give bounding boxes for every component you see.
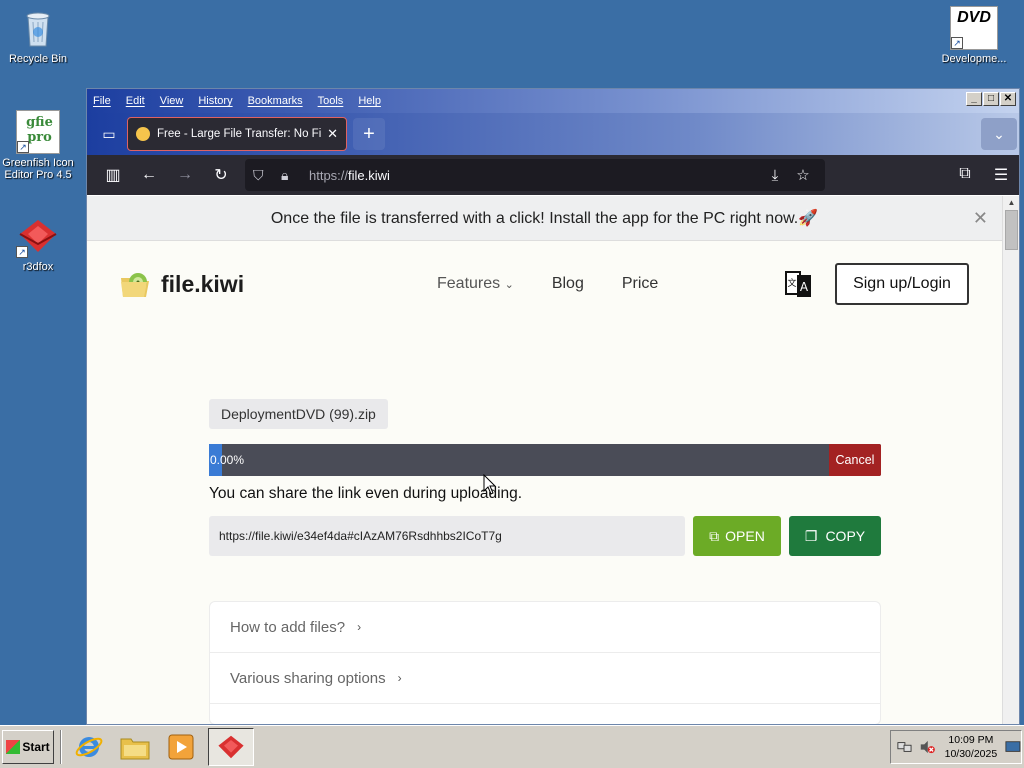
shield-icon[interactable]: ⛉ [253, 167, 273, 184]
open-link-button[interactable]: ⧉ OPEN [693, 516, 781, 556]
nav-bar: ▥ ← → ↻ ⛉ 🔒︎ https://file.kiwi ⤓ ☆ ⧉ ☰ [87, 155, 1019, 195]
upload-progress-bar: 0.00% Cancel [209, 444, 881, 476]
install-banner: Once the file is transferred with a clic… [87, 196, 1002, 241]
page-scrollbar[interactable]: ▲ [1002, 196, 1019, 724]
network-icon[interactable] [897, 739, 913, 755]
external-link-icon: ⧉ [709, 527, 720, 544]
upload-panel: DeploymentDVD (99).zip 0.00% Cancel You … [209, 399, 881, 724]
clock[interactable]: 10:09 PM 10/30/2025 [945, 733, 998, 761]
kiwi-logo-icon [119, 268, 151, 300]
menu-tools[interactable]: Tools [318, 95, 344, 107]
svg-text:文: 文 [787, 277, 796, 289]
site-nav: Features ⌄ Blog Price [437, 275, 658, 293]
faq-item-sharing-options[interactable]: Various sharing options › [210, 653, 880, 704]
chevron-right-icon: › [357, 620, 362, 634]
menu-edit[interactable]: Edit [126, 95, 145, 107]
browser-window: File Edit View History Bookmarks Tools H… [86, 88, 1020, 725]
nav-blog[interactable]: Blog [552, 275, 584, 293]
dvd-logo-text: DVD [957, 9, 991, 26]
signup-login-button[interactable]: Sign up/Login [835, 263, 969, 305]
menu-file[interactable]: File [93, 95, 111, 107]
faq-item-partial[interactable] [210, 704, 880, 724]
kiwi-favicon-icon [136, 127, 150, 141]
maximize-button[interactable]: □ [983, 92, 999, 106]
r3dfox-label: r3dfox [22, 261, 54, 273]
start-button[interactable]: Start [2, 730, 54, 764]
clock-time: 10:09 PM [948, 734, 994, 746]
progress-percent: 0.00% [210, 453, 245, 467]
faq-accordion: How to add files? › Various sharing opti… [209, 601, 881, 724]
logo-text: file.kiwi [161, 270, 245, 297]
file-name-chip: DeploymentDVD (99).zip [209, 399, 388, 429]
url-bar[interactable]: ⛉ 🔒︎ https://file.kiwi ⤓ ☆ [245, 159, 825, 191]
faq-item-add-files[interactable]: How to add files? › [210, 602, 880, 653]
web-page: Once the file is transferred with a clic… [87, 196, 1002, 724]
media-player-icon[interactable] [162, 728, 200, 766]
sidebar-toggle-icon[interactable]: ▥ [95, 165, 131, 185]
menu-history[interactable]: History [198, 95, 232, 107]
recycle-bin-label: Recycle Bin [8, 53, 68, 65]
copy-icon: ❐ [804, 527, 818, 544]
reload-icon[interactable]: ↻ [203, 165, 239, 185]
menu-help[interactable]: Help [358, 95, 381, 107]
site-logo[interactable]: file.kiwi [119, 268, 244, 300]
svg-text:A: A [800, 280, 809, 294]
tab-list-icon[interactable]: ▭ [97, 122, 121, 146]
deployment-dvd-icon[interactable]: DVD ↗ Developme... [936, 6, 1012, 65]
clock-date: 10/30/2025 [944, 748, 998, 760]
mouse-cursor-icon [483, 474, 497, 495]
greenfish-label: Greenfish Icon Editor Pro 4.5 [2, 157, 74, 181]
url-text[interactable]: https://file.kiwi [309, 168, 761, 183]
volume-muted-icon[interactable] [919, 739, 935, 755]
list-all-tabs-chevron-icon[interactable]: ⌄ [981, 118, 1017, 150]
download-icon[interactable]: ⤓ [761, 167, 789, 184]
lock-icon[interactable]: 🔒︎ [281, 167, 301, 184]
close-tab-icon[interactable]: ✕ [327, 126, 338, 142]
bookmark-star-icon[interactable]: ☆ [789, 166, 817, 184]
forward-arrow-icon[interactable]: → [167, 166, 203, 184]
file-explorer-icon[interactable] [116, 728, 154, 766]
r3dfox-icon[interactable]: ↗ r3dfox [0, 214, 76, 273]
close-window-button[interactable]: ✕ [1000, 92, 1016, 106]
menu-bookmarks[interactable]: Bookmarks [248, 95, 303, 107]
cancel-upload-button[interactable]: Cancel [829, 444, 881, 476]
internet-explorer-icon[interactable] [70, 728, 108, 766]
copy-link-button[interactable]: ❐ COPY [789, 516, 881, 556]
recycle-bin-icon[interactable]: Recycle Bin [0, 6, 76, 65]
menu-bar: File Edit View History Bookmarks Tools H… [87, 89, 1019, 113]
show-desktop-icon[interactable] [1005, 739, 1021, 755]
windows-flag-icon [6, 740, 21, 754]
tab-file-kiwi[interactable]: Free - Large File Transfer: No File S ✕ [127, 117, 347, 151]
site-header: file.kiwi Features ⌄ Blog Price A文 Sign … [87, 241, 1002, 327]
menu-view[interactable]: View [160, 95, 184, 107]
back-arrow-icon[interactable]: ← [131, 166, 167, 184]
share-note: You can share the link even during uploa… [209, 485, 523, 502]
system-tray: 10:09 PM 10/30/2025 [890, 730, 1022, 764]
share-link-row: https://file.kiwi/e34ef4da#cIAzAM76Rsdhh… [209, 516, 881, 556]
deployment-dvd-label: Developme... [941, 53, 1007, 65]
banner-close-icon[interactable]: ✕ [973, 208, 988, 229]
banner-text: Once the file is transferred with a clic… [270, 210, 819, 227]
scrollbar-thumb[interactable] [1005, 210, 1018, 250]
nav-price[interactable]: Price [622, 275, 658, 293]
extensions-icon[interactable]: ⧉ [947, 165, 983, 185]
new-tab-button[interactable]: + [353, 118, 385, 150]
tab-bar: ▭ Free - Large File Transfer: No File S … [87, 113, 1019, 155]
taskbar-separator [60, 730, 62, 764]
taskbar: Start 10:09 PM 10/30/2025 [0, 725, 1024, 768]
scroll-up-arrow-icon[interactable]: ▲ [1003, 196, 1019, 210]
hamburger-menu-icon[interactable]: ☰ [983, 165, 1019, 185]
chevron-down-icon: ⌄ [504, 279, 514, 291]
minimize-button[interactable]: _ [966, 92, 982, 106]
nav-features[interactable]: Features ⌄ [437, 275, 514, 293]
greenfish-icon-editor-icon[interactable]: gfie pro ↗ Greenfish Icon Editor Pro 4.5 [0, 110, 76, 181]
r3dfox-taskbar-icon[interactable] [208, 728, 254, 766]
share-link-field[interactable]: https://file.kiwi/e34ef4da#cIAzAM76Rsdhh… [209, 516, 685, 556]
translate-icon[interactable]: A文 [785, 269, 813, 299]
tab-title: Free - Large File Transfer: No File S [157, 128, 322, 140]
chevron-right-icon: › [397, 671, 402, 685]
